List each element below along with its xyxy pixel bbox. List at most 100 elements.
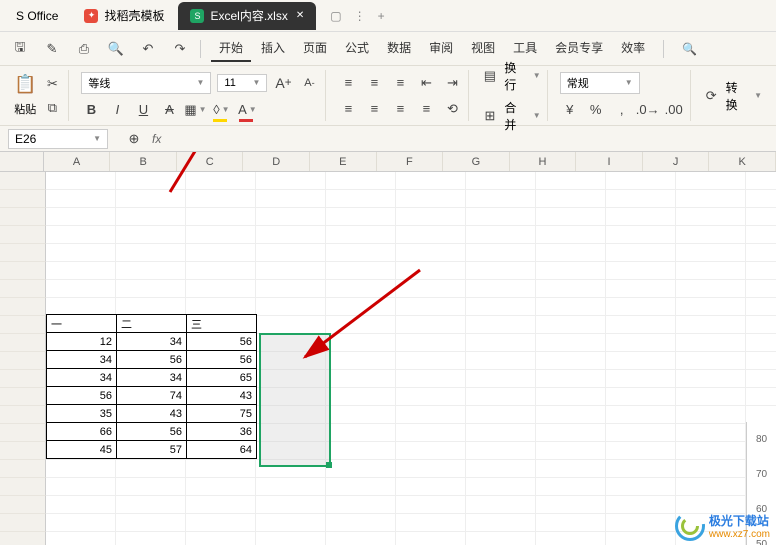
cell[interactable]: 74	[117, 387, 187, 405]
cell[interactable]: 43	[187, 387, 257, 405]
row-header[interactable]	[0, 226, 46, 244]
new-icon[interactable]: ✎	[42, 39, 62, 59]
col-header-e[interactable]: E	[310, 152, 377, 171]
save-icon[interactable]: 🖫	[10, 39, 30, 59]
row-header[interactable]	[0, 298, 46, 316]
italic-button[interactable]: I	[107, 100, 127, 120]
cell[interactable]: 75	[187, 405, 257, 423]
row-header[interactable]	[0, 514, 46, 532]
col-header-k[interactable]: K	[709, 152, 776, 171]
cell[interactable]: 56	[117, 351, 187, 369]
preview-icon[interactable]: 🔍	[106, 39, 126, 59]
cell[interactable]: 34	[117, 333, 187, 351]
row-header[interactable]	[0, 442, 46, 460]
decimal-decrease-button[interactable]: .00	[664, 100, 684, 120]
menu-start[interactable]: 开始	[211, 35, 251, 62]
cell[interactable]: 56	[187, 333, 257, 351]
cell[interactable]: 56	[117, 423, 187, 441]
menu-page[interactable]: 页面	[295, 35, 335, 62]
cell[interactable]: 34	[47, 351, 117, 369]
row-header[interactable]	[0, 172, 46, 190]
tab-office[interactable]: S Office	[4, 2, 70, 30]
cell[interactable]: 34	[117, 369, 187, 387]
tab-add-button[interactable]: +	[378, 9, 385, 23]
cell[interactable]: 36	[187, 423, 257, 441]
row-header[interactable]	[0, 280, 46, 298]
col-header-g[interactable]: G	[443, 152, 510, 171]
menu-review[interactable]: 审阅	[421, 35, 461, 62]
comma-button[interactable]: ,	[612, 100, 632, 120]
select-all-corner[interactable]	[0, 152, 44, 171]
row-header[interactable]	[0, 262, 46, 280]
orientation-button[interactable]: ⟲	[442, 99, 462, 119]
cell[interactable]: 56	[187, 351, 257, 369]
strike-button[interactable]: A	[159, 100, 179, 120]
row-header[interactable]	[0, 460, 46, 478]
decrease-font-button[interactable]: A-	[299, 73, 319, 93]
wrap-icon[interactable]: ▤	[481, 66, 498, 86]
row-header[interactable]	[0, 190, 46, 208]
align-bottom-button[interactable]: ≡	[390, 73, 410, 93]
row-header[interactable]	[0, 496, 46, 514]
cell[interactable]: 64	[187, 441, 257, 459]
col-header-j[interactable]: J	[643, 152, 710, 171]
align-center-button[interactable]: ≡	[364, 99, 384, 119]
row-header[interactable]	[0, 244, 46, 262]
menu-insert[interactable]: 插入	[253, 35, 293, 62]
number-format-select[interactable]: 常规 ▼	[560, 72, 640, 94]
increase-font-button[interactable]: A+	[273, 73, 293, 93]
tab-excel[interactable]: S Excel内容.xlsx ✕	[178, 2, 316, 30]
cut-icon[interactable]: ✂	[42, 74, 62, 94]
menu-data[interactable]: 数据	[379, 35, 419, 62]
row-header[interactable]	[0, 424, 46, 442]
cell[interactable]: 43	[117, 405, 187, 423]
row-header[interactable]	[0, 334, 46, 352]
data-table[interactable]: 一 二 三 123456 345656 343465 567443 354375…	[46, 314, 257, 459]
col-header-d[interactable]: D	[243, 152, 310, 171]
font-color-button[interactable]: A▼	[237, 100, 257, 120]
percent-button[interactable]: %	[586, 100, 606, 120]
align-left-button[interactable]: ≡	[338, 99, 358, 119]
row-header[interactable]	[0, 370, 46, 388]
border-button[interactable]: ▦▼	[185, 100, 205, 120]
fill-handle[interactable]	[326, 462, 332, 468]
redo-icon[interactable]: ↷	[170, 39, 190, 59]
menu-formula[interactable]: 公式	[337, 35, 377, 62]
cell[interactable]: 65	[187, 369, 257, 387]
fx-label[interactable]: fx	[152, 132, 161, 146]
col-header-a[interactable]: A	[44, 152, 111, 171]
tab-template[interactable]: ✦ 找稻壳模板	[72, 2, 176, 30]
convert-icon[interactable]: ⟳	[703, 86, 720, 106]
align-right-button[interactable]: ≡	[390, 99, 410, 119]
convert-label[interactable]: 转换	[726, 79, 746, 113]
cell[interactable]: 35	[47, 405, 117, 423]
col-header-h[interactable]: H	[510, 152, 577, 171]
zoom-icon[interactable]: ⊕	[124, 129, 144, 149]
cell[interactable]: 12	[47, 333, 117, 351]
font-family-select[interactable]: 等线 ▼	[81, 72, 211, 94]
bold-button[interactable]: B	[81, 100, 101, 120]
cell[interactable]: 66	[47, 423, 117, 441]
cell[interactable]: 57	[117, 441, 187, 459]
menu-efficiency[interactable]: 效率	[613, 35, 653, 62]
name-box[interactable]: E26 ▼	[8, 129, 108, 149]
align-justify-button[interactable]: ≡	[416, 99, 436, 119]
print-icon[interactable]: ⎙	[74, 39, 94, 59]
tab-menu-icon[interactable]: ⋮	[354, 9, 366, 23]
close-icon[interactable]: ✕	[296, 10, 304, 21]
align-middle-button[interactable]: ≡	[364, 73, 384, 93]
menu-member[interactable]: 会员专享	[547, 35, 611, 62]
row-header[interactable]	[0, 406, 46, 424]
copy-icon[interactable]: ⧉	[42, 98, 62, 118]
paste-icon[interactable]: 📋	[14, 74, 36, 95]
cell[interactable]: 45	[47, 441, 117, 459]
col-header-b[interactable]: B	[110, 152, 177, 171]
col-header-f[interactable]: F	[377, 152, 444, 171]
table-header[interactable]: 二	[117, 315, 187, 333]
table-header[interactable]: 三	[187, 315, 257, 333]
cell[interactable]: 56	[47, 387, 117, 405]
tab-window-icon[interactable]: ▢	[330, 9, 341, 23]
row-header[interactable]	[0, 478, 46, 496]
merge-label[interactable]: 合并	[504, 99, 524, 133]
indent-decrease-button[interactable]: ⇤	[416, 73, 436, 93]
